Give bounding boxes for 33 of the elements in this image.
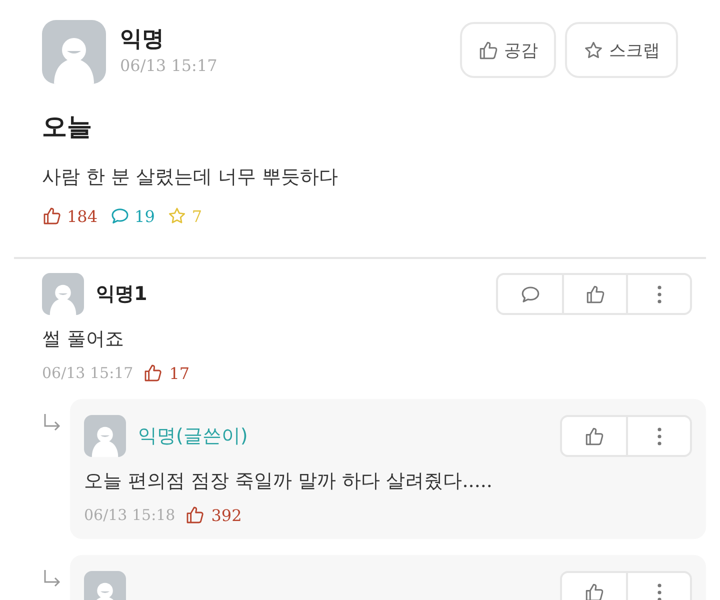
comment-text: 썰 풀어죠 <box>42 327 126 352</box>
comment-count: 19 <box>134 206 155 226</box>
thumbs-up-icon <box>478 40 499 60</box>
thumbs-up-icon <box>584 582 604 600</box>
comment-time: 06/13 15:18 <box>84 506 176 524</box>
thumbs-up-icon <box>143 363 164 383</box>
speech-bubble-icon <box>520 284 540 304</box>
avatar-icon <box>42 273 84 315</box>
post-title: 오늘 <box>42 111 93 143</box>
post-time: 06/13 15:17 <box>120 56 218 75</box>
more-icon <box>656 284 662 304</box>
reply-arrow-icon <box>42 413 62 433</box>
post-body: 사람 한 분 살렸는데 너무 뿌듯하다 <box>42 165 340 190</box>
avatar-icon <box>42 20 106 84</box>
commenter-name: 익명(글쓴이) <box>138 424 248 449</box>
comment-text: 오늘 편의점 점장 죽일까 말까 하다 살려줬다..... <box>84 469 494 494</box>
more-icon <box>656 582 662 600</box>
more-icon <box>656 426 662 446</box>
like-count: 392 <box>211 506 242 524</box>
avatar-icon <box>84 415 126 457</box>
like-count: 184 <box>67 206 98 226</box>
scrap-count: 7 <box>192 206 202 226</box>
thumbs-up-icon <box>584 284 606 304</box>
like-button[interactable]: 공감 <box>460 22 556 78</box>
reply-arrow-icon <box>42 569 62 589</box>
scrap-button[interactable]: 스크랩 <box>565 22 678 78</box>
thumbs-up-icon <box>185 505 206 525</box>
like-count: 17 <box>169 364 190 382</box>
thumbs-up-icon <box>584 426 604 446</box>
commenter-name: 익명1 <box>96 282 148 307</box>
author-name: 익명 <box>120 26 165 54</box>
comment-time: 06/13 15:17 <box>42 364 134 382</box>
star-icon <box>583 40 604 60</box>
